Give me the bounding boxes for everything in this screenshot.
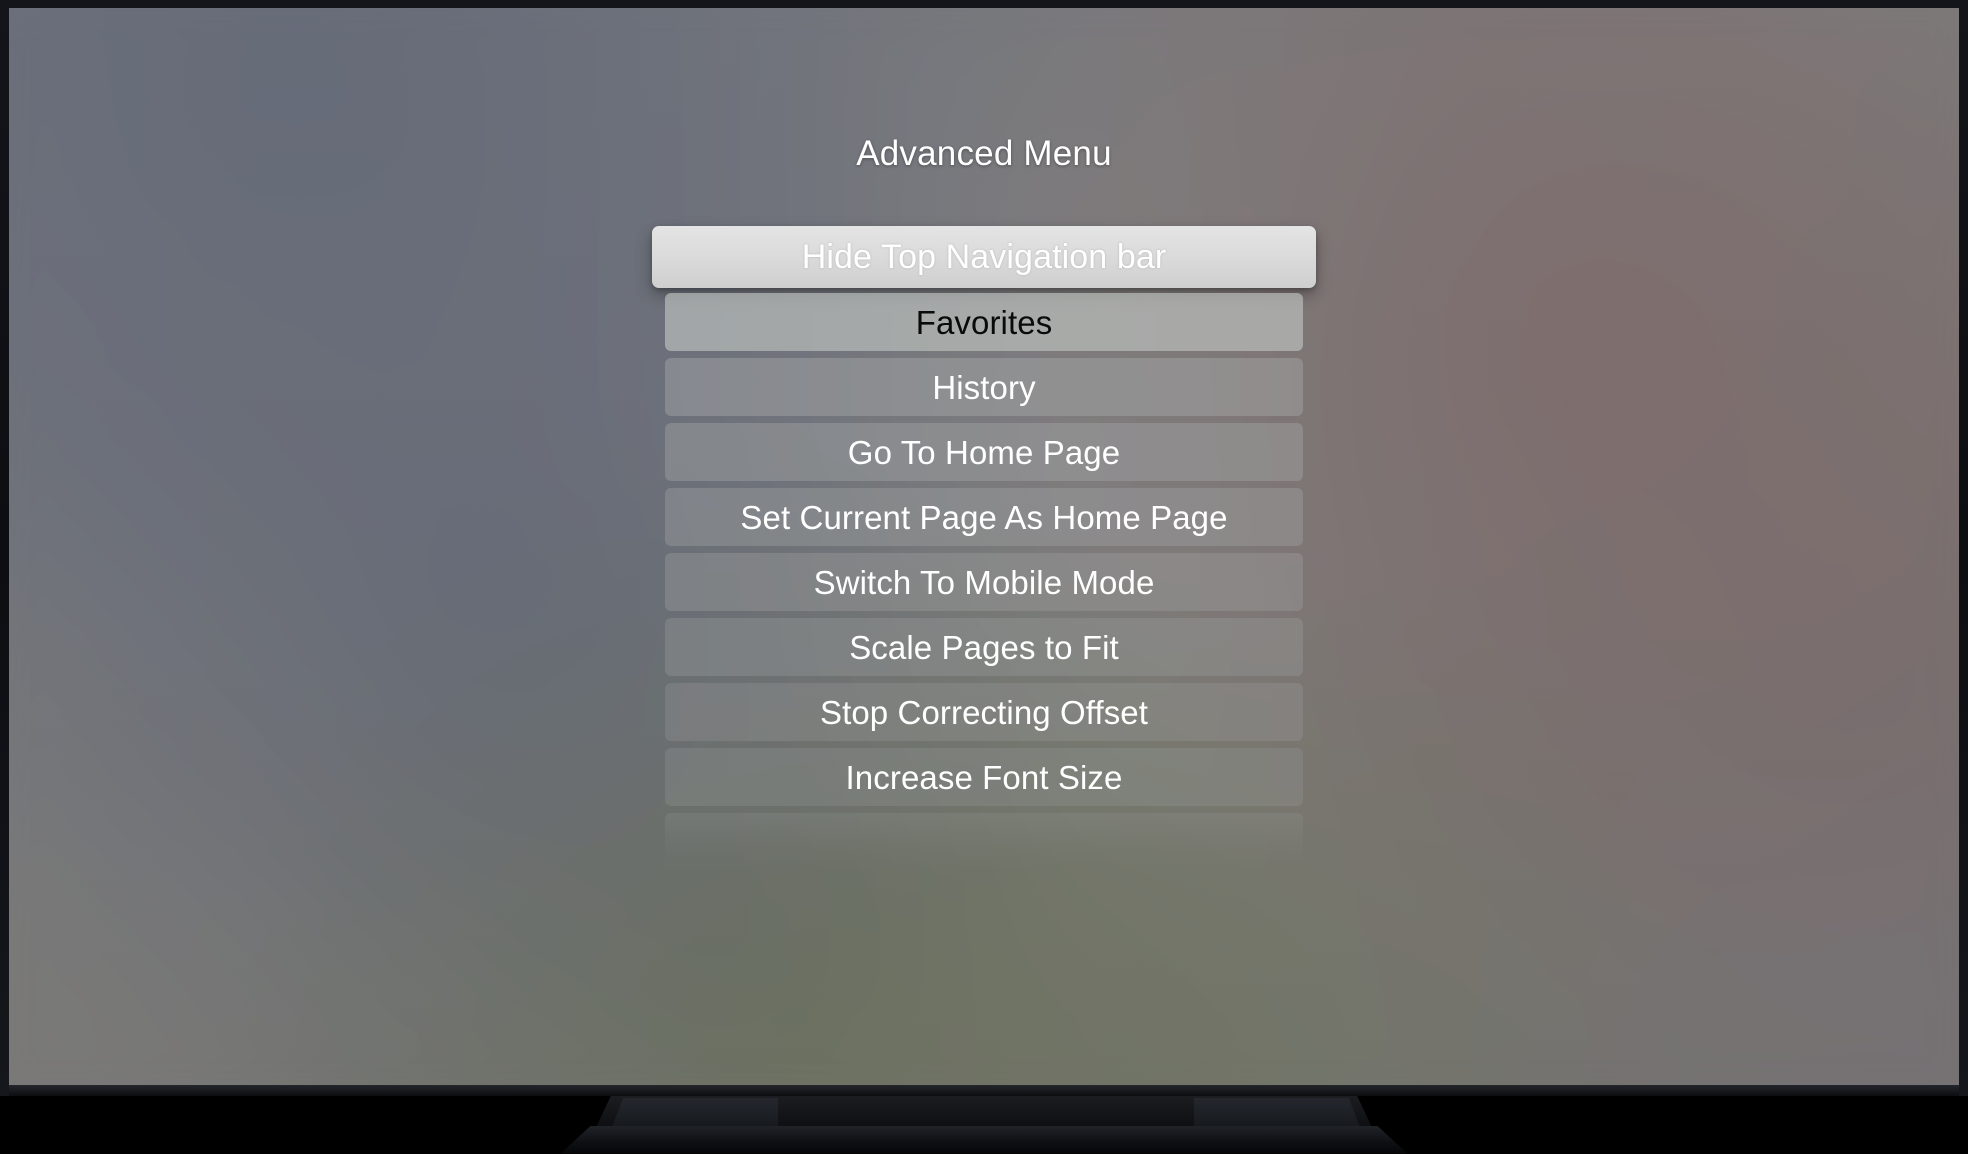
advanced-menu-overlay: Advanced Menu Hide Top Navigation bar Fa… [9, 8, 1959, 1085]
menu-item-label: Switch To Mobile Mode [813, 563, 1155, 601]
menu-item-label: Scale Pages to Fit [849, 628, 1119, 666]
menu-list-bottom-fade [665, 813, 1303, 871]
page-title: Advanced Menu [856, 134, 1112, 173]
menu-item-increase-font-size[interactable]: Increase Font Size [665, 748, 1303, 806]
menu-item-label: Go To Home Page [847, 433, 1121, 471]
menu-item-scale-pages-to-fit[interactable]: Scale Pages to Fit [665, 618, 1303, 676]
advanced-menu-list: Hide Top Navigation bar Favorites Histor… [9, 226, 1959, 871]
menu-item-set-current-page-as-home-page[interactable]: Set Current Page As Home Page [665, 488, 1303, 546]
tv-stand-foot [560, 1126, 1408, 1154]
screenshot-root: Advanced Menu Hide Top Navigation bar Fa… [0, 0, 1968, 1154]
menu-item-label: Increase Font Size [845, 758, 1123, 796]
menu-item-label: Set Current Page As Home Page [740, 498, 1228, 536]
menu-item-history[interactable]: History [665, 358, 1303, 416]
tv-bezel: Advanced Menu Hide Top Navigation bar Fa… [0, 0, 1968, 1096]
tv-screen-bottom-edge [9, 1085, 1959, 1096]
menu-item-label: Hide Top Navigation bar [801, 238, 1167, 276]
menu-item-hide-top-navigation-bar[interactable]: Hide Top Navigation bar [652, 226, 1316, 288]
menu-item-go-to-home-page[interactable]: Go To Home Page [665, 423, 1303, 481]
menu-item-favorites[interactable]: Favorites [665, 293, 1303, 351]
menu-item-label: History [932, 368, 1036, 406]
tv-screen: Advanced Menu Hide Top Navigation bar Fa… [9, 8, 1959, 1085]
menu-item-switch-to-mobile-mode[interactable]: Switch To Mobile Mode [665, 553, 1303, 611]
menu-item-label: Stop Correcting Offset [819, 693, 1149, 731]
menu-item-stop-correcting-offset[interactable]: Stop Correcting Offset [665, 683, 1303, 741]
menu-item-label: Favorites [915, 303, 1053, 341]
